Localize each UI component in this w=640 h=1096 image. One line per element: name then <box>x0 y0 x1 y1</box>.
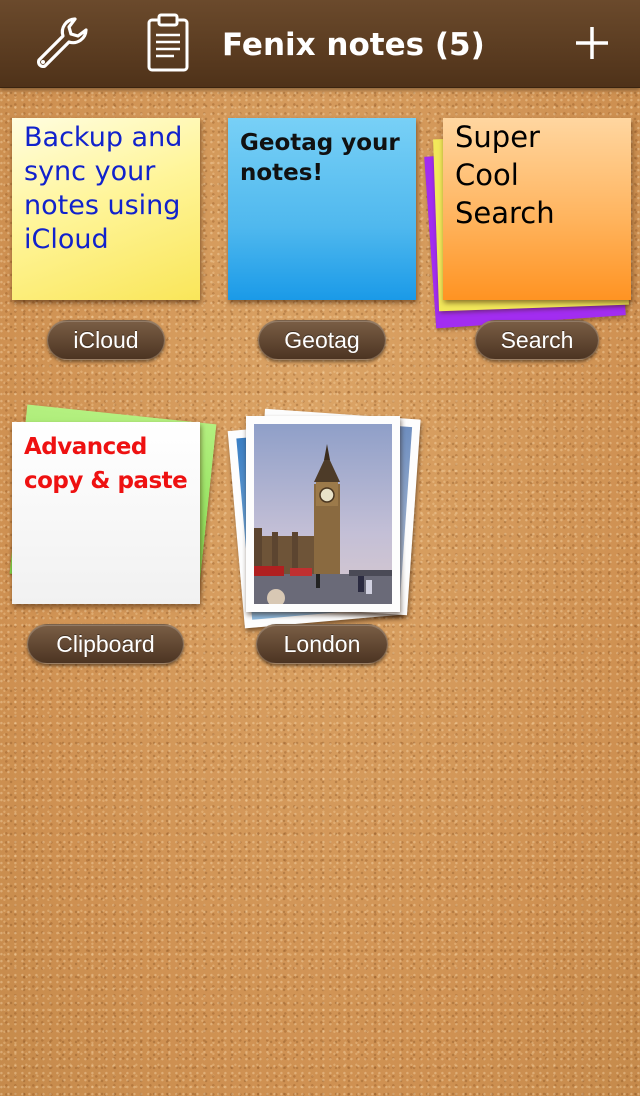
label-icloud[interactable]: iCloud <box>47 320 165 360</box>
note-search[interactable]: Super Cool Search <box>443 118 631 300</box>
note-icloud[interactable]: Backup and sync your notes using iCloud <box>12 118 200 300</box>
clipboard-icon <box>146 13 190 73</box>
note-geotag-text: Geotag your notes! <box>240 130 400 186</box>
plus-icon <box>572 23 612 63</box>
label-geotag[interactable]: Geotag <box>258 320 386 360</box>
note-clipboard[interactable]: Advanced copy & paste <box>12 422 200 604</box>
note-clipboard-text: Advanced copy & paste <box>24 434 188 494</box>
add-note-button[interactable] <box>560 10 624 76</box>
clipboard-button[interactable] <box>136 10 200 76</box>
label-clipboard[interactable]: Clipboard <box>27 624 184 664</box>
settings-button[interactable] <box>26 10 96 76</box>
photo-london[interactable] <box>246 416 400 612</box>
wrench-icon <box>31 13 91 73</box>
note-icloud-text: Backup and sync your notes using iCloud <box>24 122 183 255</box>
note-geotag[interactable]: Geotag your notes! <box>228 118 416 300</box>
label-search[interactable]: Search <box>475 320 599 360</box>
big-ben-photo <box>254 424 392 607</box>
note-search-text: Super Cool Search <box>455 120 555 230</box>
page-title: Fenix notes (5) <box>222 27 485 63</box>
top-bar: Fenix notes (5) <box>0 0 640 88</box>
label-london[interactable]: London <box>256 624 388 664</box>
